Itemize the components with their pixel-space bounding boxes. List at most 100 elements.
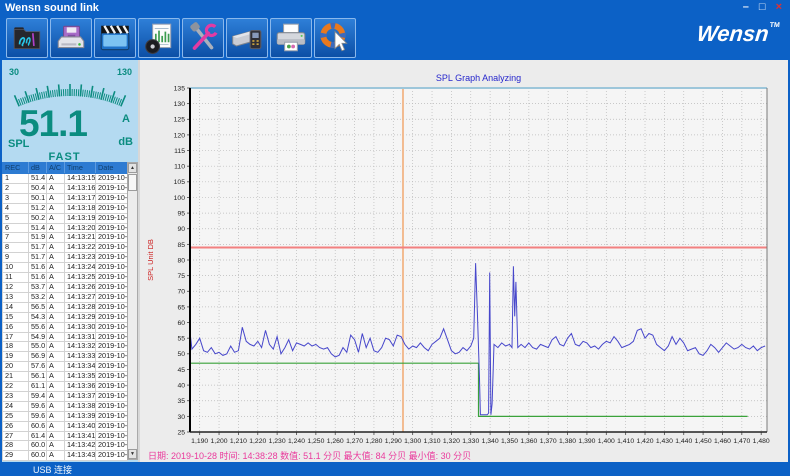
table-row[interactable]: 2860.0A14:13:422019-10-28 [3,441,128,451]
titlebar: Wensn sound link – □ × [0,0,790,17]
table-row[interactable]: 1655.6A14:13:302019-10-28 [3,322,128,332]
table-cell: 14:13:26 [65,282,96,292]
table-row[interactable]: 651.4A14:13:202019-10-28 [3,223,128,233]
svg-text:1,430: 1,430 [656,438,673,445]
file-open-button[interactable] [6,18,48,58]
table-row[interactable]: 550.2A14:13:192019-10-28 [3,213,128,223]
table-row[interactable]: 1456.5A14:13:282019-10-28 [3,302,128,312]
svg-text:1,360: 1,360 [520,438,537,445]
usb-status-text: USB 连接 [33,463,72,476]
table-cell: 14:13:23 [65,253,96,263]
table-cell: 51.7 [29,253,47,263]
table-cell: 2019-10-28 [96,352,128,362]
svg-text:115: 115 [174,148,185,155]
table-row[interactable]: 1051.6A14:13:242019-10-28 [3,263,128,273]
scroll-thumb[interactable] [128,174,137,191]
file-open-icon [10,21,44,55]
help-button[interactable] [314,18,356,58]
table-row[interactable]: 451.2A14:13:182019-10-28 [3,203,128,213]
table-row[interactable]: 2261.1A14:13:362019-10-28 [3,382,128,392]
svg-text:1,320: 1,320 [443,438,460,445]
table-row[interactable]: 1151.6A14:13:252019-10-28 [3,273,128,283]
save-button[interactable] [50,18,92,58]
table-scrollbar[interactable]: ▲ ▼ [127,162,138,460]
device-connect-button[interactable] [226,18,268,58]
table-cell: 14:13:28 [65,302,96,312]
table-cell: A [47,273,65,283]
svg-text:1,270: 1,270 [346,438,363,445]
print-button[interactable] [270,18,312,58]
table-row[interactable]: 2057.6A14:13:342019-10-28 [3,362,128,372]
video-clip-button[interactable] [94,18,136,58]
table-row[interactable]: 2660.6A14:13:402019-10-28 [3,421,128,431]
table-cell: 20 [3,362,29,372]
table-cell: 56.5 [29,302,47,312]
table-cell: 14:13:40 [65,421,96,431]
data-report-button[interactable] [138,18,180,58]
table-cell: 8 [3,243,29,253]
table-row[interactable]: 1253.7A14:13:262019-10-28 [3,282,128,292]
meter-panel: 30 130 51.1 A dB SPL FAST [2,60,138,162]
table-cell: A [47,213,65,223]
table-row[interactable]: 1956.9A14:13:332019-10-28 [3,352,128,362]
close-button[interactable]: × [776,1,782,14]
table-cell: 14:13:30 [65,322,96,332]
table-row[interactable]: 250.4A14:13:162019-10-28 [3,183,128,193]
scroll-down-button[interactable]: ▼ [128,449,137,459]
help-lifebuoy-icon [318,21,352,55]
table-cell: A [47,243,65,253]
maximize-button[interactable]: □ [759,1,766,14]
table-row[interactable]: 851.7A14:13:222019-10-28 [3,243,128,253]
table-cell: A [47,253,65,263]
minimize-button[interactable]: – [743,1,749,14]
col-header-rec: REC [3,163,29,174]
table-cell: A [47,391,65,401]
table-row[interactable]: 2156.1A14:13:352019-10-28 [3,372,128,382]
table-row[interactable]: 350.1A14:13:172019-10-28 [3,193,128,203]
table-cell: 57.6 [29,362,47,372]
table-row[interactable]: 2459.6A14:13:382019-10-28 [3,401,128,411]
table-row[interactable]: 1353.2A14:13:272019-10-28 [3,292,128,302]
table-cell: 2019-10-28 [96,292,128,302]
svg-text:60: 60 [177,320,185,327]
table-row[interactable]: 2960.0A14:13:432019-10-28 [3,451,128,461]
table-row[interactable]: 2559.6A14:13:392019-10-28 [3,411,128,421]
table-cell: A [47,312,65,322]
table-cell: 51.6 [29,263,47,273]
chart-panel: 1,1901,2001,2101,2201,2301,2401,2501,260… [140,60,788,462]
table-cell: 2019-10-28 [96,322,128,332]
svg-text:40: 40 [177,382,185,389]
table-cell: 14:13:16 [65,183,96,193]
scroll-up-button[interactable]: ▲ [128,163,137,173]
db-unit-label: dB [118,136,133,148]
table-cell: 14:13:24 [65,263,96,273]
svg-text:1,390: 1,390 [578,438,595,445]
table-cell: 2019-10-28 [96,312,128,322]
table-row[interactable]: 1855.0A14:13:322019-10-28 [3,342,128,352]
svg-text:100: 100 [174,195,186,202]
left-panel: 30 130 51.1 A dB SPL FAST REC dB A/C Tim… [2,60,140,462]
table-row[interactable]: 1754.9A14:13:312019-10-28 [3,332,128,342]
table-cell: 14:13:17 [65,193,96,203]
col-header-date: Date [96,163,128,174]
table-row[interactable]: 751.9A14:13:212019-10-28 [3,233,128,243]
app-window: Wensn sound link – □ × [0,0,790,476]
save-disk-icon [54,21,88,55]
svg-text:1,250: 1,250 [307,438,324,445]
chart-title: SPL Graph Analyzing [436,73,521,83]
table-row[interactable]: 151.4A14:13:152019-10-28 [3,174,128,184]
table-row[interactable]: 2359.4A14:13:372019-10-28 [3,391,128,401]
table-cell: 61.1 [29,382,47,392]
table-cell: 60.6 [29,421,47,431]
table-cell: 2019-10-28 [96,253,128,263]
table-row[interactable]: 1554.3A14:13:292019-10-28 [3,312,128,322]
svg-text:1,350: 1,350 [501,438,518,445]
settings-tools-button[interactable] [182,18,224,58]
table-cell: 2019-10-28 [96,193,128,203]
scale-min-label: 30 [9,67,19,77]
table-row[interactable]: 2761.4A14:13:412019-10-28 [3,431,128,441]
chart-ylabel: SPL Unit DB [146,239,155,281]
table-cell: 23 [3,391,29,401]
table-cell: 60.0 [29,451,47,461]
table-row[interactable]: 951.7A14:13:232019-10-28 [3,253,128,263]
